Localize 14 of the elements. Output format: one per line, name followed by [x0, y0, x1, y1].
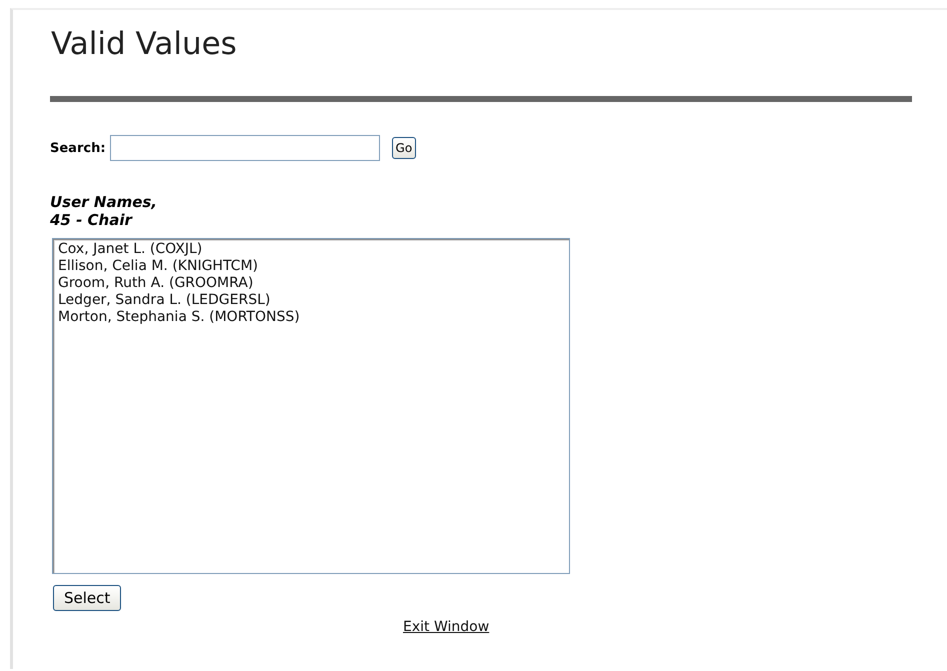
exit-window-link[interactable]: Exit Window [403, 619, 490, 635]
list-item[interactable]: Morton, Stephania S. (MORTONSS) [58, 309, 564, 326]
list-item[interactable]: Cox, Janet L. (COXJL) [58, 241, 564, 258]
select-button[interactable]: Select [53, 585, 122, 611]
go-button[interactable]: Go [392, 137, 416, 159]
list-heading: User Names, [50, 193, 158, 211]
list-heading: 45 - Chair [50, 211, 134, 229]
search-label: Search: [50, 140, 106, 156]
user-list[interactable]: Cox, Janet L. (COXJL) Ellison, Celia M. (KNIGHTCM) Groom, Ruth A. (GROOMRA) Ledger, Sandra L. (LEDGERSL) Morton, Stephania S. (MORTONSS) [52, 238, 570, 574]
list-item[interactable]: Ellison, Celia M. (KNIGHTCM) [58, 258, 564, 275]
list-item[interactable]: Ledger, Sandra L. (LEDGERSL) [58, 292, 564, 309]
search-field[interactable] [110, 135, 380, 161]
list-item[interactable]: Groom, Ruth A. (GROOMRA) [58, 275, 564, 292]
page-title: Valid Values [51, 25, 238, 64]
